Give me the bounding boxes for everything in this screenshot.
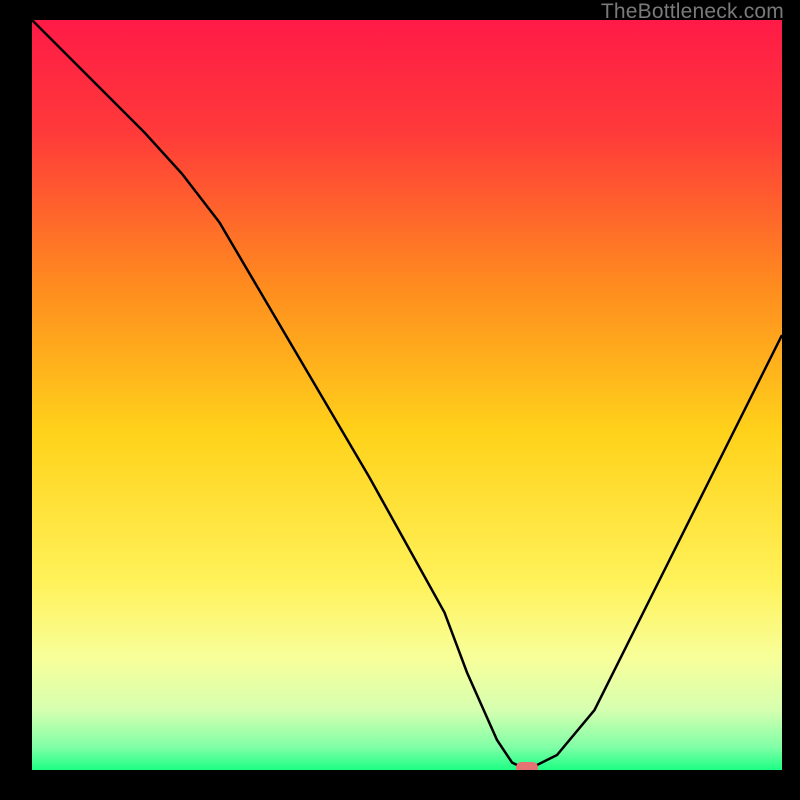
chart-svg (32, 20, 782, 770)
plot-area (32, 20, 782, 770)
chart-frame: TheBottleneck.com (0, 0, 800, 800)
optimal-marker (516, 762, 538, 770)
